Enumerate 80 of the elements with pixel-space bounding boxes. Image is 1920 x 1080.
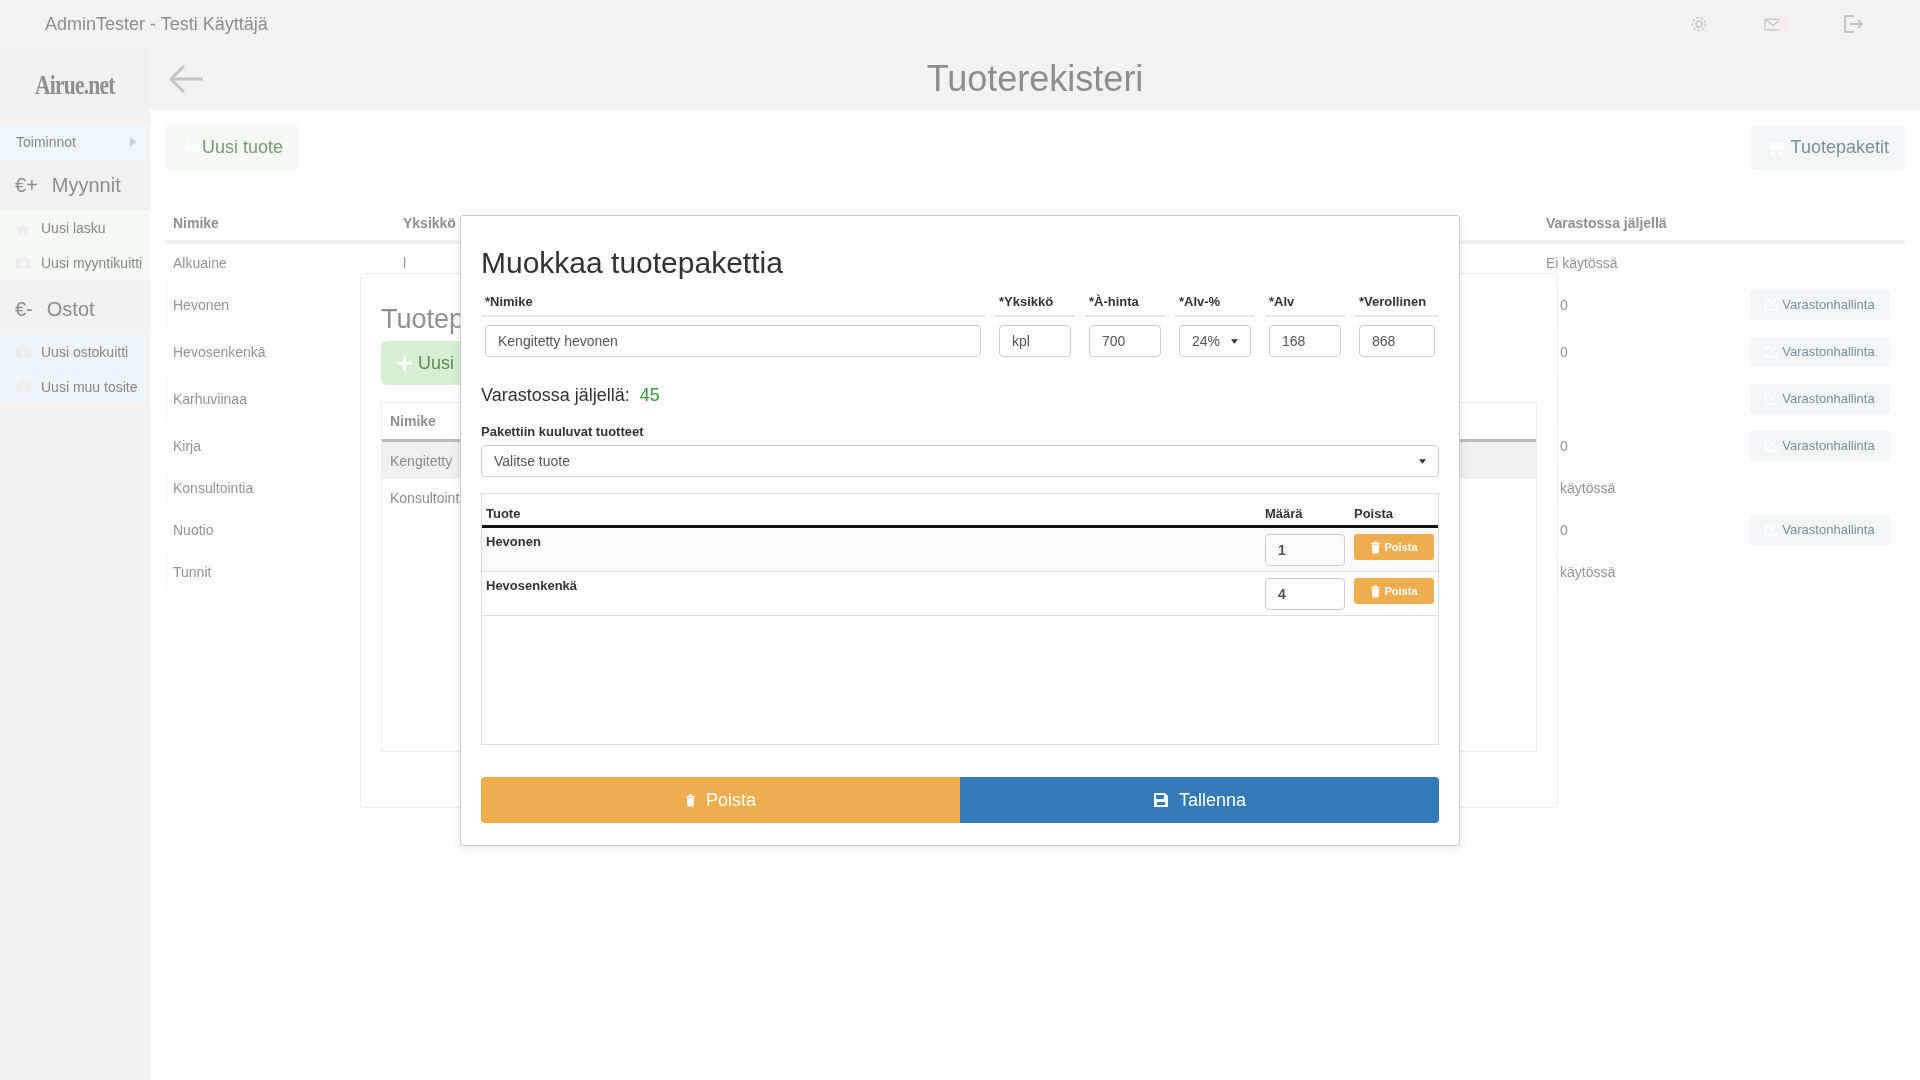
logo[interactable]: Airue.net — [35, 69, 115, 101]
input-field[interactable]: Kengitetty hevonen — [485, 325, 981, 357]
table-cell: l — [403, 254, 407, 271]
user-name: AdminTester - Testi Käyttäjä — [45, 13, 269, 35]
table-cell: 0 — [1560, 521, 1568, 538]
page-title: Tuoterekisteri — [926, 58, 1144, 99]
euro-sign: €+ — [15, 173, 38, 197]
column-header: Yksikkö — [403, 214, 457, 231]
table-cell-text: Hevosenkenkä — [173, 343, 267, 360]
remove-button[interactable]: Poista — [1354, 578, 1434, 604]
settings-icon[interactable] — [1689, 14, 1709, 34]
euro-sign: €- — [15, 297, 33, 321]
stock-value: 45 — [639, 385, 660, 406]
section-title: Myynnit — [51, 173, 121, 197]
new-product-button[interactable]: Uusi tuote — [165, 125, 300, 170]
stock-management-button[interactable]: Varastonhallinta — [1750, 430, 1890, 461]
table-cell: 0 — [1560, 343, 1568, 360]
sidebar-item[interactable]: Uusi lasku — [0, 210, 150, 245]
table-cell: 0 — [1560, 296, 1568, 313]
stock-management-button[interactable]: Varastonhallinta — [1750, 514, 1890, 545]
column-header: Poista — [1354, 506, 1394, 521]
table-cell: käytössä — [1560, 563, 1616, 580]
vat-select[interactable]: 24% — [1179, 325, 1251, 357]
table-cell-text: Konsultointia — [173, 479, 255, 496]
field-label: *Verollinen — [1359, 294, 1427, 309]
logout-icon[interactable] — [1843, 14, 1865, 34]
section-label: Pakettiin kuuluvat tuotteet — [481, 424, 645, 439]
field-label: *Alv — [1269, 294, 1295, 309]
column-header: Nimike — [173, 214, 220, 231]
table-cell: 0 — [1560, 437, 1568, 454]
column-header: Varastossa jäljellä — [1546, 214, 1668, 231]
input-field[interactable]: 168 — [1269, 325, 1341, 357]
caret-icon — [1419, 458, 1426, 464]
delete-button[interactable]: Poista — [481, 777, 960, 823]
sidebar-item[interactable]: Uusi ostokuitti — [0, 334, 150, 369]
stock-management-button[interactable]: Varastonhallinta — [1750, 289, 1890, 320]
input-field[interactable]: 868 — [1359, 325, 1435, 357]
stock-label: Varastossa jäljellä: — [481, 385, 630, 406]
envelope-icon[interactable] — [1764, 17, 1782, 31]
dialog-title: Muokkaa tuotepakettia — [481, 246, 784, 280]
input-field[interactable]: 700 — [1089, 325, 1161, 357]
sidebar-item[interactable]: Uusi muu tosite — [0, 369, 150, 404]
remove-button[interactable]: Poista — [1354, 534, 1434, 560]
field-label: *Yksikkö — [999, 294, 1054, 309]
save-button[interactable]: Tallenna — [960, 777, 1439, 823]
table-cell-text: Kirja — [173, 437, 202, 454]
table-cell: käytössä — [1560, 479, 1616, 496]
notification-badge — [1779, 15, 1788, 33]
column-header: Tuote — [486, 506, 522, 521]
trash-icon — [1370, 540, 1382, 554]
column-header: Nimike — [390, 413, 436, 429]
field-label: *À-hinta — [1089, 294, 1139, 309]
table-cell-text: Hevonen — [486, 534, 542, 549]
quantity-field[interactable]: 1 — [1265, 534, 1345, 566]
sidebar-item[interactable]: Uusi myyntikuitti — [0, 245, 150, 280]
table-cell-text: Tunnit — [173, 563, 213, 580]
caret-icon — [130, 137, 136, 147]
table-cell-text: Hevosenkenkä — [486, 578, 579, 593]
trash-icon — [685, 793, 696, 807]
table-cell-text: Karhuviinaa — [173, 390, 248, 407]
table-cell-text: Hevonen — [173, 296, 231, 313]
table-cell: Ei käytössä — [1546, 254, 1618, 271]
plus-icon — [397, 355, 412, 371]
section-title: Ostot — [46, 297, 95, 321]
input-field[interactable]: kpl — [999, 325, 1071, 357]
table-cell-text: Nuotio — [173, 521, 215, 538]
menu-toggle[interactable]: Toiminnot — [0, 124, 150, 160]
packages-button[interactable]: Tuotepaketit — [1750, 125, 1905, 170]
stock-management-button[interactable]: Varastonhallinta — [1750, 383, 1890, 414]
quantity-field[interactable]: 4 — [1265, 578, 1345, 610]
stock-management-button[interactable]: Varastonhallinta — [1750, 336, 1890, 367]
back-arrow-icon[interactable] — [168, 64, 204, 94]
floppy-icon — [1152, 792, 1169, 808]
field-label: *Nimike — [485, 294, 533, 309]
trash-icon — [1370, 584, 1382, 598]
caret-icon — [1231, 338, 1238, 344]
product-select[interactable]: Valitse tuote — [481, 445, 1439, 477]
field-label: *Alv-% — [1179, 294, 1221, 309]
column-header: Määrä — [1265, 506, 1304, 521]
table-cell-text: Alkuaine — [173, 254, 228, 271]
